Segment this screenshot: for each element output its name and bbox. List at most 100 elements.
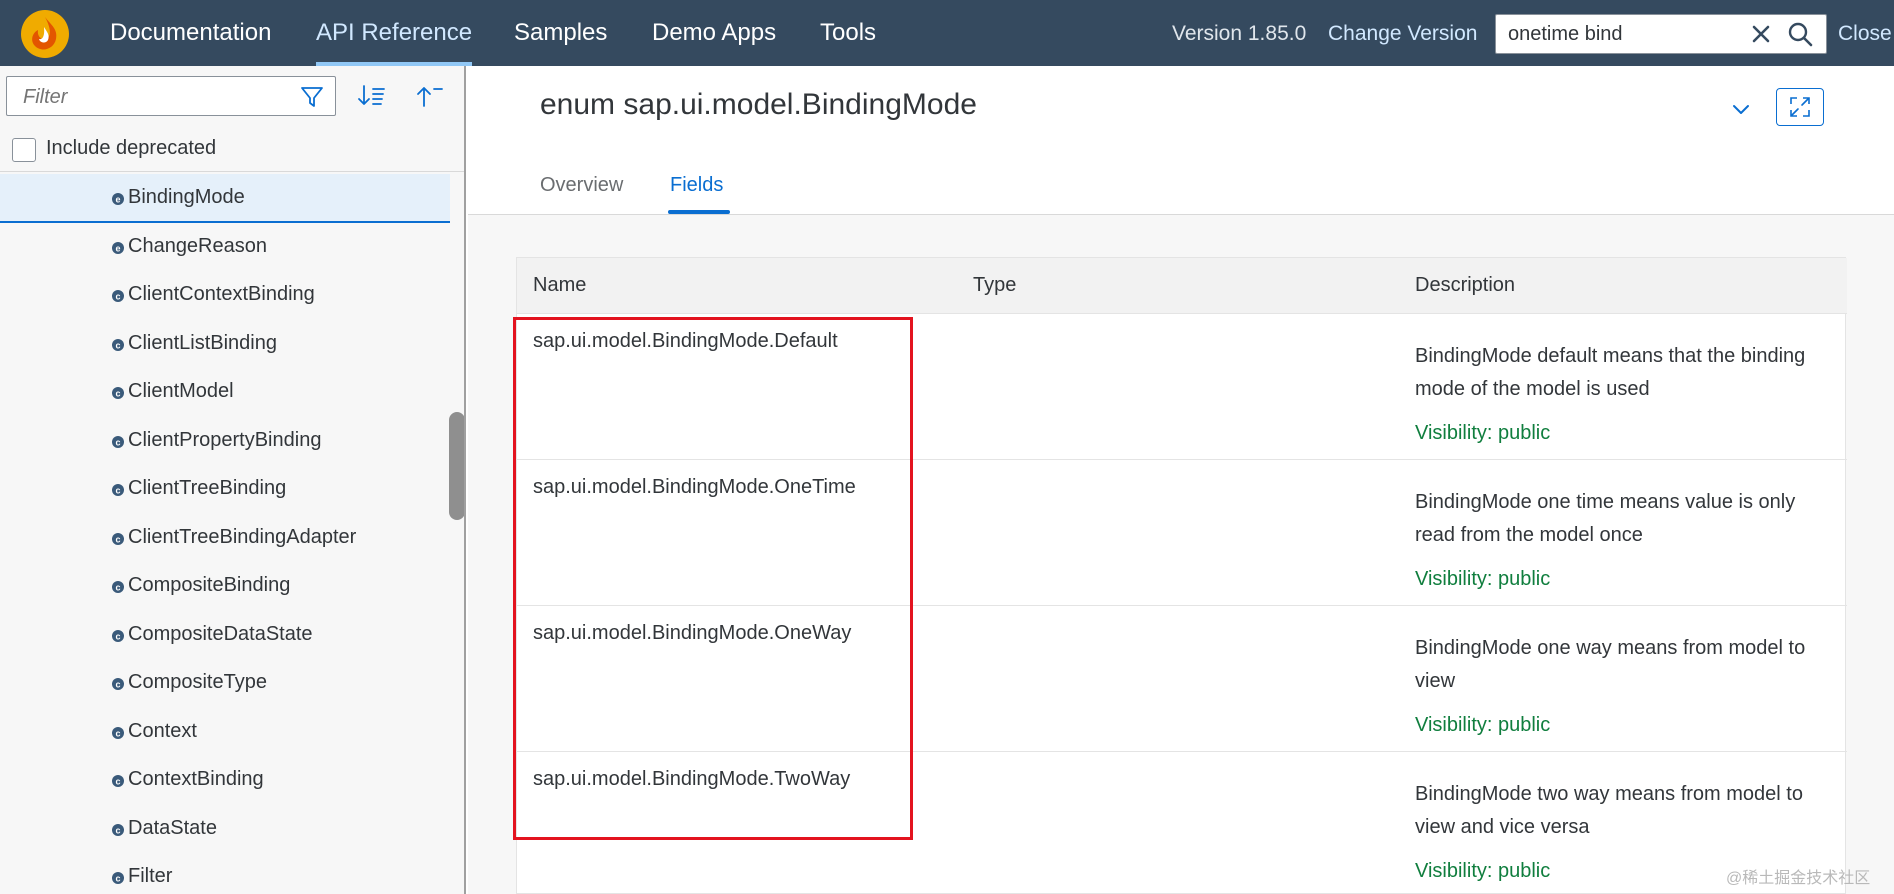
tree-item-label: Filter — [128, 865, 173, 887]
svg-text:c: c — [115, 777, 120, 787]
tree-item-clientpropertybinding[interactable]: c ClientPropertyBinding — [0, 417, 450, 466]
clear-search-icon[interactable] — [1748, 21, 1774, 47]
tree-item-compositedatastate[interactable]: c CompositeDataState — [0, 611, 450, 660]
table-header: Name Type Description — [517, 258, 1847, 314]
sidebar-scrollbar-thumb[interactable] — [449, 412, 464, 520]
nav-demo-apps-label: Demo Apps — [652, 19, 777, 46]
tree-item-clienttreebinding[interactable]: c ClientTreeBinding — [0, 465, 450, 514]
tab-overview[interactable]: Overview — [540, 174, 623, 197]
tab-fields[interactable]: Fields — [670, 174, 723, 197]
api-tree-sidebar: Include deprecated e BindingMode e Chang… — [0, 66, 466, 894]
class-icon: c — [112, 726, 124, 739]
tree-item-clientmodel[interactable]: c ClientModel — [0, 368, 450, 417]
class-icon: c — [112, 532, 124, 545]
tree-item-clienttreebindingadapter[interactable]: c ClientTreeBindingAdapter — [0, 514, 450, 563]
page-title: enum sap.ui.model.BindingMode — [540, 88, 977, 121]
api-tree: e BindingMode e ChangeReason c ClientCon… — [0, 174, 450, 894]
include-deprecated-checkbox[interactable] — [12, 138, 36, 162]
nav-api-reference[interactable]: API Reference — [316, 0, 473, 66]
search-input[interactable] — [1508, 21, 1738, 47]
table-row: sap.ui.model.BindingMode.OneWay BindingM… — [517, 606, 1847, 752]
tree-item-changereason[interactable]: e ChangeReason — [0, 223, 450, 272]
class-icon: c — [112, 629, 124, 642]
version-label: Version 1.85.0 — [1172, 22, 1307, 45]
tree-item-compositetype[interactable]: c CompositeType — [0, 659, 450, 708]
tree-item-filter[interactable]: c Filter — [0, 853, 450, 894]
class-icon: c — [112, 387, 124, 399]
table-row: sap.ui.model.BindingMode.OneTime Binding… — [517, 460, 1847, 606]
filter-icon[interactable] — [299, 84, 325, 110]
nav-documentation-label: Documentation — [110, 19, 272, 46]
class-icon: c — [112, 484, 124, 496]
svg-text:c: c — [115, 874, 120, 884]
include-deprecated-label: Include deprecated — [46, 137, 217, 159]
main-content: enum sap.ui.model.BindingMode Overview F… — [468, 66, 1894, 894]
fullscreen-button[interactable] — [1776, 88, 1824, 126]
svg-text:c: c — [115, 583, 120, 593]
tree-item-label: ChangeReason — [128, 234, 267, 257]
class-icon: c — [112, 581, 124, 593]
table-row: sap.ui.model.BindingMode.Default Binding… — [517, 314, 1847, 460]
tree-item-label: DataState — [128, 816, 217, 839]
svg-text:c: c — [115, 389, 120, 399]
nav-demo-apps[interactable]: Demo Apps — [652, 0, 776, 66]
nav-tools-label: Tools — [820, 19, 877, 46]
svg-text:c: c — [115, 825, 120, 835]
svg-text:e: e — [115, 195, 120, 205]
fields-table: Name Type Description sap.ui.model.Bindi… — [516, 257, 1847, 894]
tree-item-label: CompositeBinding — [128, 574, 291, 596]
tree-item-datastate[interactable]: c DataState — [0, 805, 450, 854]
field-description: BindingMode default means that the bindi… — [1415, 345, 1806, 400]
tree-item-context[interactable]: c Context — [0, 708, 450, 757]
field-name: sap.ui.model.BindingMode.Default — [533, 330, 838, 352]
sort-descending-icon[interactable] — [352, 78, 392, 114]
column-header-type: Type — [973, 274, 1017, 296]
tree-item-label: ClientPropertyBinding — [128, 428, 322, 451]
class-icon: c — [112, 678, 124, 690]
search-field[interactable] — [1495, 14, 1827, 54]
field-visibility: Visibility: public — [1415, 422, 1551, 444]
field-name: sap.ui.model.BindingMode.OneTime — [533, 476, 856, 498]
collapse-all-icon[interactable] — [410, 78, 450, 114]
column-header-name: Name — [533, 274, 587, 296]
sapui5-logo[interactable] — [20, 9, 70, 59]
class-icon: c — [112, 872, 124, 884]
filter-input[interactable] — [23, 84, 283, 110]
nav-documentation[interactable]: Documentation — [110, 0, 271, 66]
sidebar-scrollbar-track — [450, 172, 464, 894]
field-visibility: Visibility: public — [1415, 568, 1551, 590]
tree-item-label: ContextBinding — [128, 768, 264, 790]
field-description: BindingMode two way means from model to … — [1415, 783, 1803, 838]
enum-icon: e — [112, 193, 124, 205]
class-icon: c — [112, 823, 124, 836]
nav-tools[interactable]: Tools — [820, 0, 876, 66]
svg-text:c: c — [115, 680, 120, 690]
tree-item-label: ClientTreeBinding — [128, 477, 287, 499]
filter-field[interactable] — [6, 76, 336, 116]
tree-item-label: ClientContextBinding — [128, 283, 315, 305]
tree-item-compositebinding[interactable]: c CompositeBinding — [0, 562, 450, 611]
tree-item-clientcontextbinding[interactable]: c ClientContextBinding — [0, 271, 450, 320]
svg-text:c: c — [115, 728, 120, 738]
nav-samples[interactable]: Samples — [514, 0, 607, 66]
search-icon[interactable] — [1786, 20, 1814, 48]
tree-item-bindingmode[interactable]: e BindingMode — [0, 174, 450, 223]
enum-icon: e — [112, 241, 124, 254]
tree-item-label: CompositeType — [128, 671, 267, 693]
tree-item-contextbinding[interactable]: c ContextBinding — [0, 756, 450, 805]
tree-item-label: BindingMode — [128, 186, 245, 208]
tree-item-label: CompositeDataState — [128, 622, 313, 645]
tree-item-label: ClientListBinding — [128, 331, 277, 354]
change-version-link[interactable]: Change Version — [1328, 0, 1477, 66]
field-description: BindingMode one time means value is only… — [1415, 491, 1796, 546]
field-name: sap.ui.model.BindingMode.OneWay — [533, 622, 852, 644]
close-search-link[interactable]: Close — [1838, 0, 1892, 66]
svg-text:c: c — [115, 340, 120, 350]
svg-text:e: e — [115, 243, 120, 253]
tree-item-clientlistbinding[interactable]: c ClientListBinding — [0, 320, 450, 369]
chevron-down-icon[interactable] — [1728, 96, 1754, 122]
include-deprecated-option[interactable]: Include deprecated — [0, 128, 464, 172]
watermark: @稀土掘金技术社区 — [1726, 870, 1871, 887]
svg-text:c: c — [115, 292, 120, 302]
nav-samples-label: Samples — [514, 19, 608, 46]
